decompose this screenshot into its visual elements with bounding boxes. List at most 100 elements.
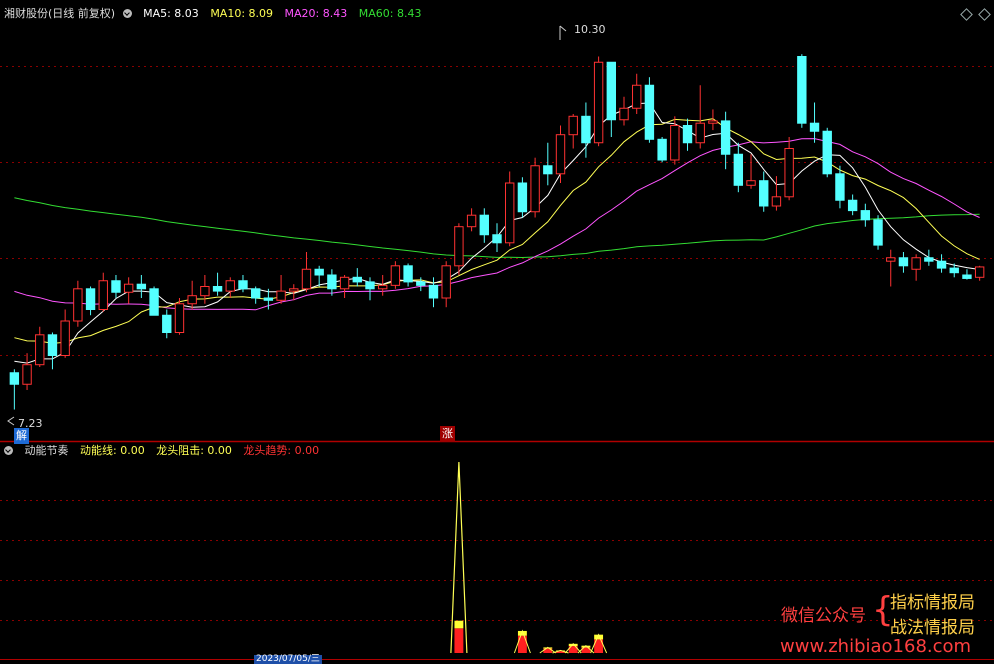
candle-body: [835, 173, 845, 201]
candle-body: [149, 288, 159, 316]
candle-body: [238, 280, 248, 290]
candle-body: [593, 61, 604, 144]
ma20-label: MA20: 8.43: [284, 7, 348, 20]
candle-body: [682, 125, 693, 144]
candle-body: [606, 61, 617, 121]
ma10-label: MA10: 8.09: [210, 7, 274, 20]
watermark-line1: 指标情报局: [890, 593, 975, 613]
candle-body: [530, 165, 540, 213]
candle-body: [720, 120, 731, 155]
candle-body: [898, 257, 909, 267]
candle-body: [974, 266, 985, 278]
tag-jie[interactable]: 解: [14, 428, 29, 444]
candle-body: [759, 180, 769, 207]
candle-body: [200, 286, 210, 297]
candle-body: [873, 219, 883, 246]
candle-body: [250, 288, 261, 299]
candle-body: [886, 257, 896, 262]
candle-body: [454, 226, 464, 267]
candle-body: [809, 122, 820, 132]
kinetic-line-label: 动能线: 0.00: [80, 444, 145, 457]
candle-body: [390, 265, 401, 286]
dropdown-icon[interactable]: [122, 9, 132, 18]
candle-body: [314, 268, 324, 276]
watermark-url: www.zhibiao168.com: [780, 636, 972, 657]
candle-body: [365, 281, 375, 290]
tag-zhang[interactable]: 涨: [440, 426, 455, 442]
candle-body: [352, 276, 362, 283]
candle-body: [428, 284, 439, 299]
candle-body: [822, 130, 832, 175]
candle-body: [695, 122, 705, 144]
candle-body: [327, 274, 337, 290]
sub-header: 动能节奏 动能线: 0.00 龙头阻击: 0.00 龙头趋势: 0.00: [4, 443, 327, 459]
candle-body: [555, 134, 566, 175]
candle-body: [98, 280, 108, 310]
candle-body: [85, 288, 96, 310]
candle-body: [505, 182, 515, 244]
candlestick-series: [7, 25, 985, 426]
candle-body: [771, 196, 782, 207]
candle-body: [632, 84, 642, 109]
candle-body: [289, 288, 299, 292]
candle-body: [276, 290, 286, 301]
candle-body: [60, 320, 70, 356]
candle-body: [517, 182, 528, 213]
candle-body: [581, 115, 591, 144]
leader-block-label: 龙头阻击: 0.00: [156, 444, 232, 457]
candle-body: [746, 180, 756, 186]
candle-body: [644, 84, 655, 140]
high-marker-icon: [559, 25, 567, 40]
candle-body: [543, 165, 553, 175]
candle-body: [22, 364, 32, 385]
candle-body: [123, 283, 134, 293]
ma5-label: MA5: 8.03: [143, 7, 199, 20]
candle-body: [911, 257, 921, 270]
candle-body: [936, 260, 947, 269]
indicator-bar: [454, 620, 464, 629]
candle-body: [784, 148, 794, 198]
grid-lines: [0, 66, 994, 621]
dropdown-icon[interactable]: [4, 446, 13, 455]
high-price-label: 10.30: [574, 23, 606, 36]
indicator-bar: [454, 628, 464, 653]
stock-title: 湘财股份(日线 前复权): [4, 7, 116, 20]
candle-body: [377, 284, 388, 290]
candle-body: [9, 372, 20, 385]
ma60-label: MA60: 8.43: [358, 7, 422, 20]
candle-body: [924, 257, 934, 262]
candle-body: [212, 286, 223, 292]
main-header: 湘财股份(日线 前复权) MA5: 8.03 MA10: 8.09 MA20: …: [4, 6, 429, 22]
low-marker-icon: [7, 416, 15, 426]
candle-body: [187, 295, 197, 305]
candle-body: [225, 280, 235, 292]
candle-body: [568, 115, 578, 136]
candle-body: [860, 210, 871, 221]
candle-body: [657, 138, 667, 161]
candle-body: [73, 288, 83, 322]
candle-body: [174, 303, 185, 333]
candle-body: [797, 56, 807, 124]
candle-body: [619, 107, 629, 121]
candle-body: [162, 314, 172, 333]
watermark-line2: 战法情报局: [890, 618, 975, 638]
candle-body: [492, 234, 502, 244]
chart-canvas[interactable]: [0, 0, 994, 663]
candle-body: [35, 334, 45, 366]
candle-body: [301, 268, 312, 290]
candle-body: [441, 265, 451, 299]
candle-body: [962, 274, 972, 279]
indicator-series: [450, 461, 608, 654]
candle-body: [949, 267, 959, 274]
candle-body: [403, 265, 413, 283]
candle-body: [47, 334, 58, 356]
candle-body: [263, 297, 274, 301]
candle-body: [847, 199, 858, 212]
candle-body: [733, 153, 744, 186]
candle-body: [708, 120, 718, 124]
candle-body: [136, 283, 147, 290]
candle-body: [111, 280, 121, 293]
candle-body: [466, 214, 477, 228]
candle-body: [339, 276, 350, 290]
candle-body: [416, 281, 426, 286]
